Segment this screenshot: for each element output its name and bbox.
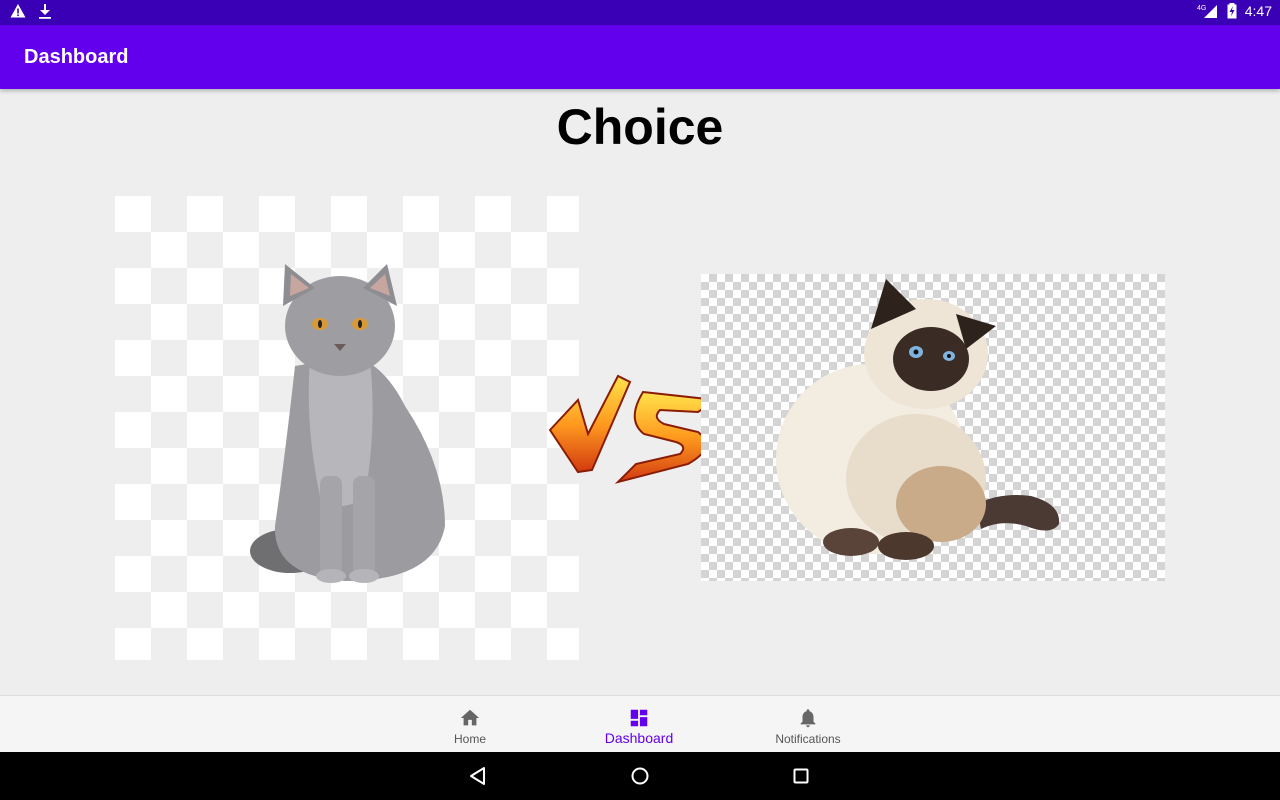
bell-icon [800,709,816,728]
status-right-icons: 4G 4:47 [1197,3,1272,19]
download-icon [39,4,51,19]
back-icon[interactable] [466,764,490,788]
recents-icon[interactable] [789,764,813,788]
bottom-navigation: Home Dashboard Notifications [0,695,1280,753]
dashboard-icon [630,709,648,727]
nav-label-notifications: Notifications [775,732,841,746]
status-time: 4:47 [1244,3,1272,19]
himalayan-cat-illustration [776,279,1060,560]
nav-label-dashboard: Dashboard [604,730,674,746]
home-icon [460,709,480,726]
app-bar: Dashboard [0,25,1280,89]
battery-icon [1227,3,1237,19]
nav-label-home: Home [453,732,486,746]
system-navigation-bar [0,752,1280,800]
nav-item-notifications[interactable]: Notifications [743,696,873,753]
grey-cat-illustration [250,264,445,583]
page-title: Choice [556,99,724,155]
status-bar: 4G 4:47 [0,0,1280,25]
nav-item-home[interactable]: Home [405,696,535,753]
app-bar-title: Dashboard [24,46,129,68]
network-type: 4G [1197,5,1206,12]
status-left-icons [10,3,52,19]
right-cat-image[interactable] [701,274,1165,581]
versus-icon [548,374,719,484]
signal-icon: 4G [1197,5,1217,18]
nav-item-dashboard[interactable]: Dashboard [574,696,704,753]
left-cat-image[interactable] [115,196,579,660]
warning-icon [10,4,26,18]
home-circle-icon[interactable] [628,764,652,788]
